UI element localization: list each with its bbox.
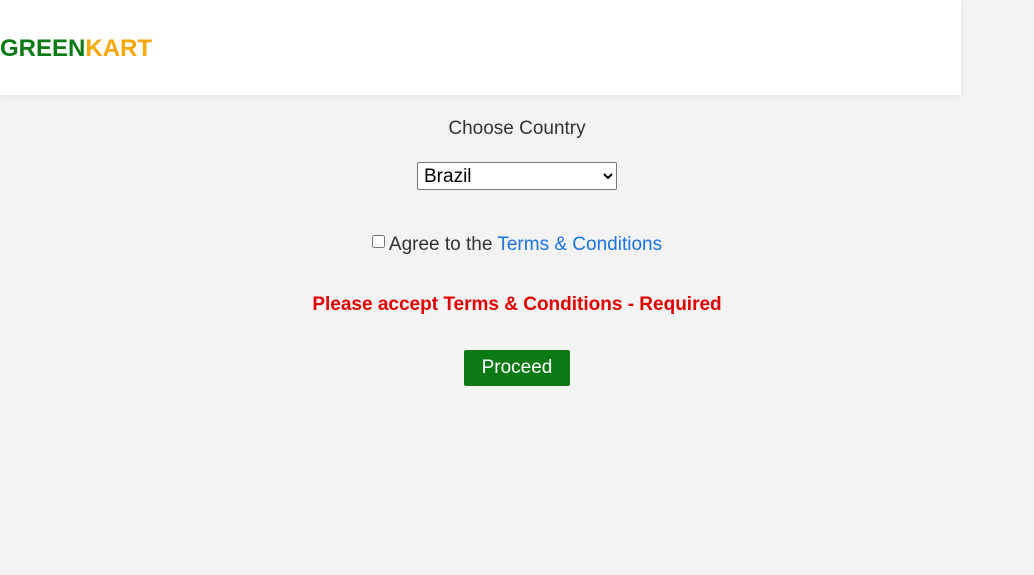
logo-kart-text: KART — [85, 35, 153, 62]
agree-label: Agree to the — [388, 234, 498, 255]
logo-green-text: GREEN — [0, 35, 86, 62]
proceed-button[interactable]: Proceed — [464, 350, 570, 386]
site-header: GREENKART — [0, 0, 961, 95]
terms-agreement-row: Agree to the Terms & Conditions — [0, 233, 1034, 257]
terms-error-message: Please accept Terms & Conditions - Requi… — [312, 294, 722, 315]
choose-country-label: Choose Country — [448, 118, 586, 139]
agree-checkbox[interactable] — [371, 235, 385, 248]
brand-logo[interactable]: GREENKART — [0, 34, 152, 64]
terms-conditions-link[interactable]: Terms & Conditions — [497, 234, 662, 255]
country-select[interactable]: Brazil — [417, 162, 617, 190]
